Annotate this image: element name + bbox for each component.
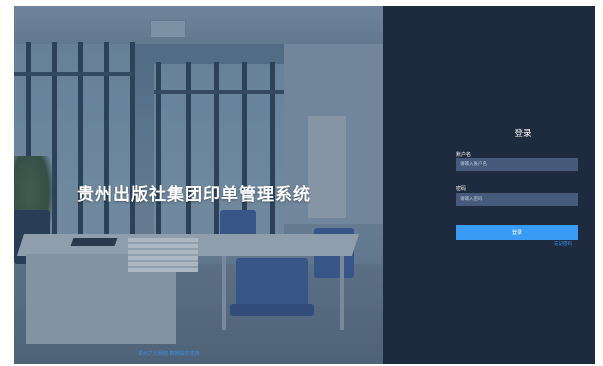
system-title: 贵州出版社集团印单管理系统: [77, 185, 311, 205]
login-title: 登录: [514, 129, 532, 139]
username-label: 账户名: [456, 152, 472, 158]
password-input[interactable]: [456, 193, 578, 206]
login-panel: 登录 账户名 密码 登录 忘记密码: [383, 6, 595, 364]
login-button[interactable]: 登录: [456, 225, 578, 240]
password-label: 密码: [456, 186, 467, 192]
page-frame: 贵州出版社集团印单管理系统 贵州之乐网络 数据提供支持 登录 账户名 密码 登录…: [14, 6, 595, 364]
username-input[interactable]: [456, 158, 578, 171]
office-background-photo: 贵州出版社集团印单管理系统 贵州之乐网络 数据提供支持: [14, 6, 383, 364]
forgot-password-link[interactable]: 忘记密码: [554, 241, 572, 247]
footer-support-link[interactable]: 贵州之乐网络 数据提供支持: [138, 350, 200, 357]
